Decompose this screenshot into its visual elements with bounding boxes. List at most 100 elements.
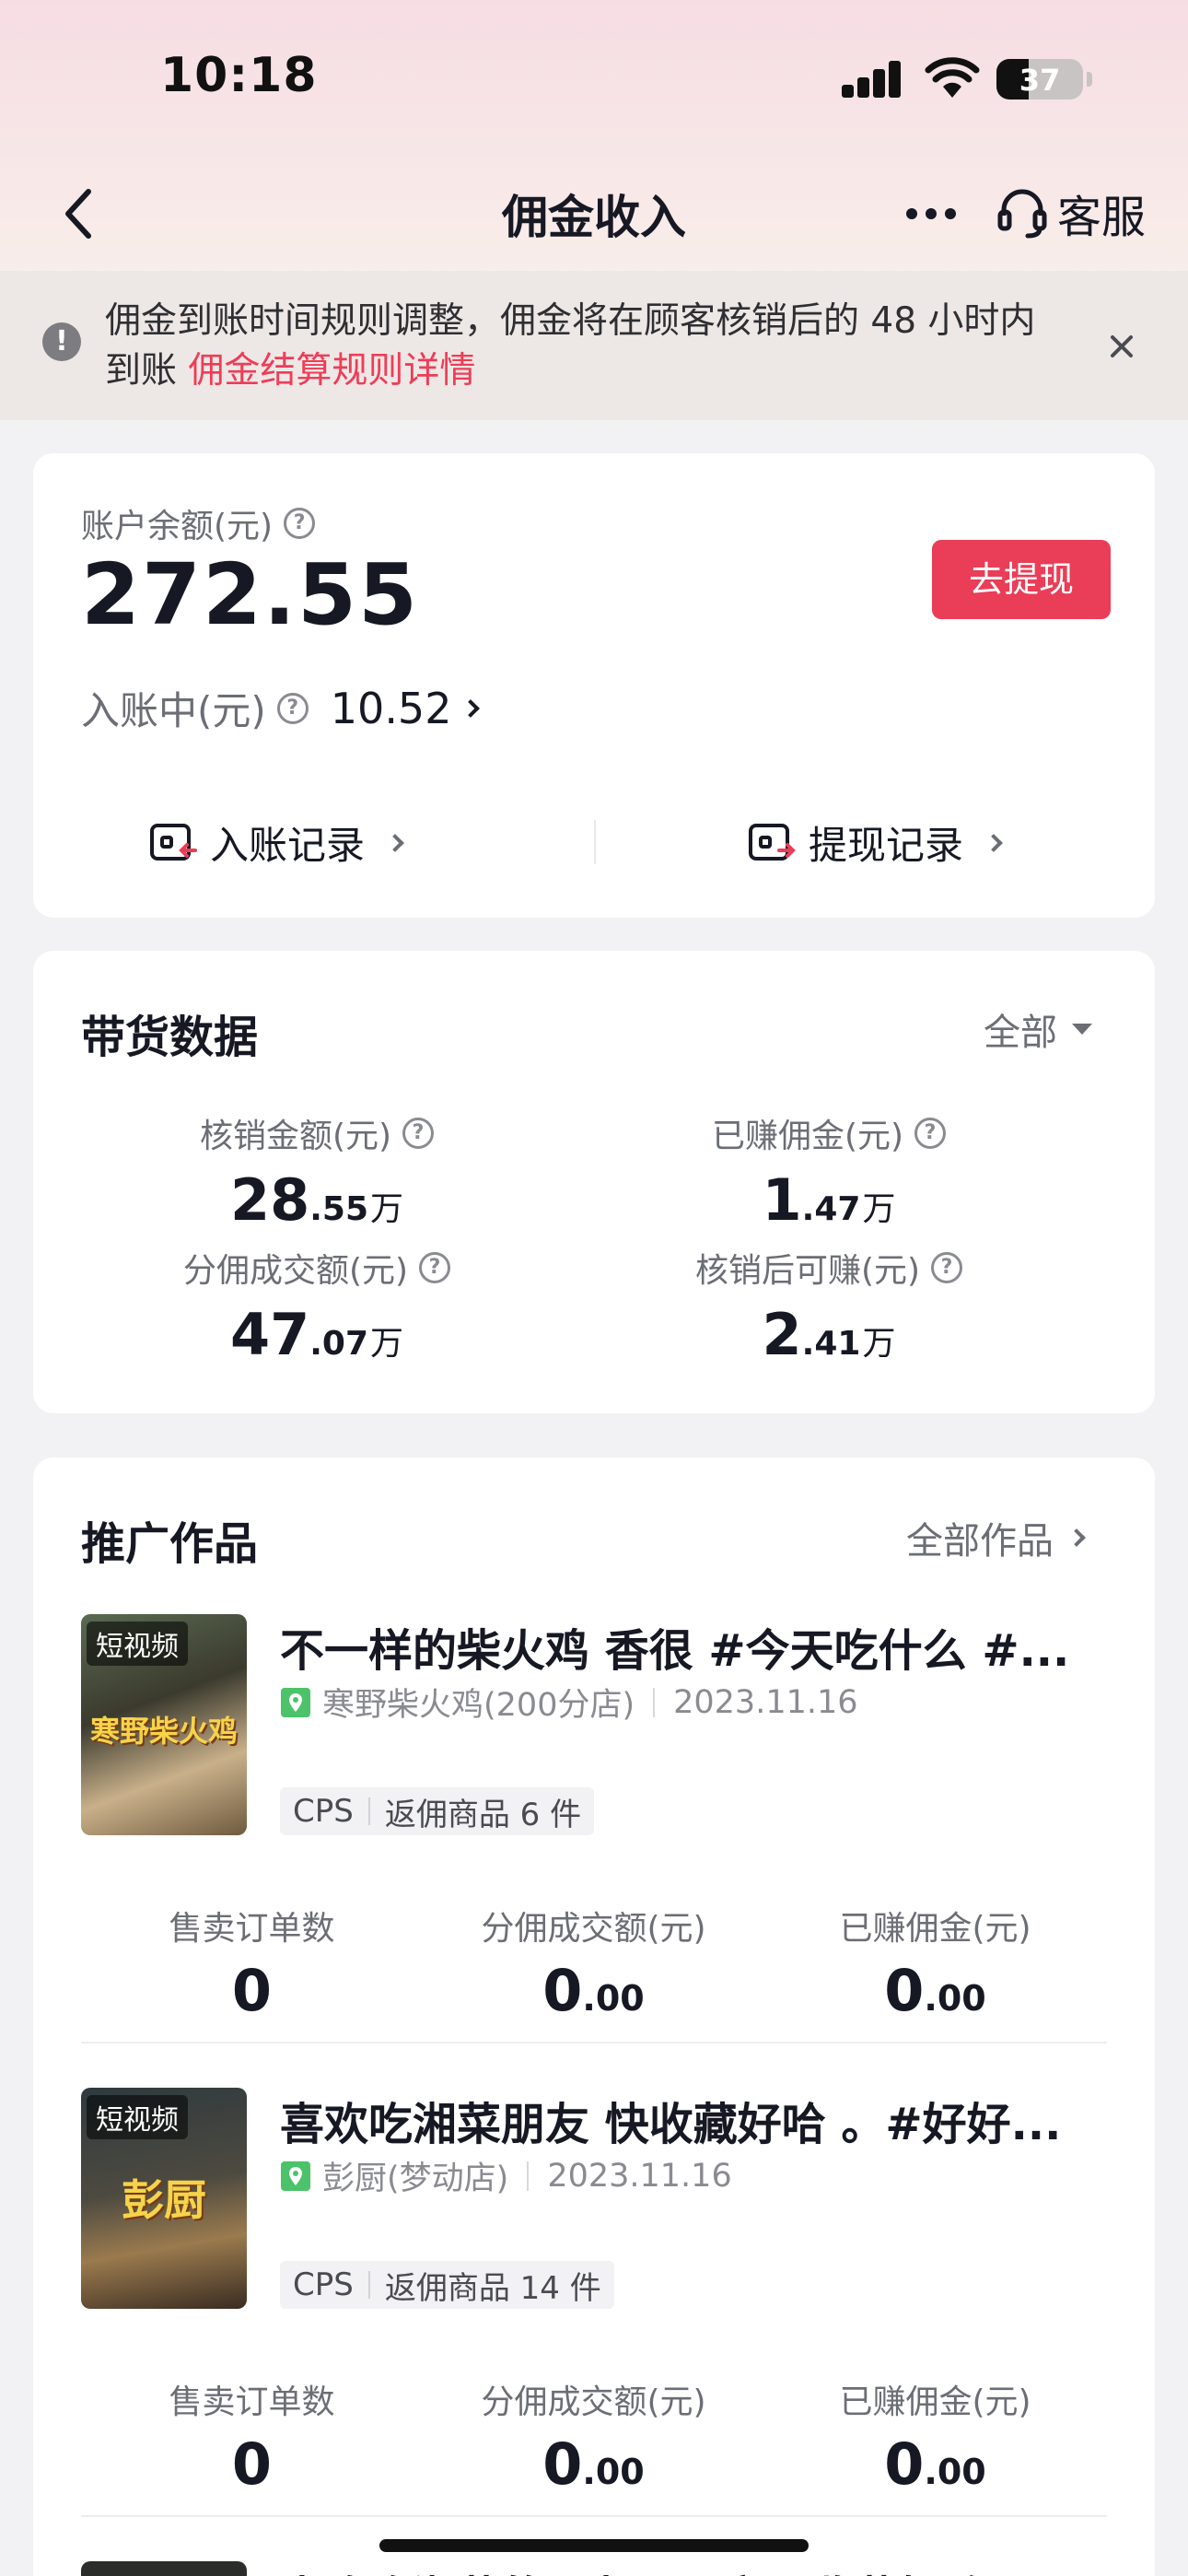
work-title[interactable]: 不一样的柴火鸡 香很 #今天吃什么 #... <box>280 1614 1107 1679</box>
shop-name[interactable]: 寒野柴火鸡(200分店) <box>322 1679 635 1726</box>
help-icon[interactable]: ? <box>914 1118 947 1149</box>
chevron-right-icon <box>461 698 481 718</box>
work-stat-dec: .00 <box>924 2452 986 2492</box>
withdraw-button[interactable]: 去提现 <box>932 540 1111 619</box>
work-stat-commission: 已赚佣金(元) 0.00 <box>764 2375 1106 2498</box>
battery-icon: 37 <box>996 59 1083 100</box>
help-icon[interactable]: ? <box>402 1118 435 1149</box>
stat-dec: .47 <box>801 1190 861 1228</box>
work-stat-int: 0 <box>884 2430 925 2498</box>
work-meta: 寒野柴火鸡(200分店) 2023.11.16 <box>280 1679 858 1726</box>
close-icon[interactable] <box>1101 326 1142 367</box>
records-divider <box>594 820 596 864</box>
work-stat-dec: .00 <box>582 1978 645 2019</box>
work-divider <box>81 2042 1107 2043</box>
settlement-rules-link[interactable]: 佣金结算规则详情 <box>188 350 475 392</box>
work-stat-int: 0 <box>542 1957 583 2024</box>
work-stat-label: 售卖订单数 <box>169 2383 335 2421</box>
stat-unit: 万 <box>370 1325 404 1363</box>
video-type-badge: 短视频 <box>87 2095 188 2139</box>
balance-label-row: 账户余额(元) ? <box>81 499 316 547</box>
notice-text: 佣金到账时间规则调整，佣金将在顾客核销后的 48 小时内到账 佣金结算规则详情 <box>105 297 1063 396</box>
work-stat-orders: 售卖订单数 0 <box>81 1902 423 2024</box>
work-stat-label: 售卖订单数 <box>169 1910 335 1948</box>
work-stat-label: 分佣成交额(元) <box>481 2383 706 2421</box>
work-meta: 彭厨(梦动店) 2023.11.16 <box>280 2152 732 2199</box>
pending-label: 入账中(元) <box>81 688 266 733</box>
stat-int: 2 <box>762 1301 802 1368</box>
sales-filter-dropdown[interactable]: 全部 <box>984 1002 1092 1056</box>
income-record-icon <box>150 823 197 861</box>
chevron-right-icon <box>386 833 404 852</box>
caret-down-icon <box>1072 1024 1092 1035</box>
tag-goods: 返佣商品 6 件 <box>384 1796 582 1833</box>
all-works-label: 全部作品 <box>906 1520 1054 1563</box>
stat-commission-gmv: 分佣成交额(元)? 47.07万 <box>77 1244 556 1368</box>
thumbnail-caption: 寒野柴火鸡 <box>89 1714 238 1749</box>
status-bar: 10:18 37 <box>0 0 1188 157</box>
video-thumbnail[interactable] <box>81 2561 247 2576</box>
tag-goods: 返佣商品 14 件 <box>384 2269 601 2307</box>
notice-banner: ! 佣金到账时间规则调整，佣金将在顾客核销后的 48 小时内到账 佣金结算规则详… <box>0 271 1188 420</box>
withdraw-record-icon <box>749 823 796 861</box>
pending-row[interactable]: 入账中(元) ? 10.52 <box>81 680 481 736</box>
help-icon[interactable]: ? <box>284 508 316 539</box>
withdraw-records-label: 提现记录 <box>809 823 964 868</box>
commission-tag: CPS 返佣商品 6 件 <box>280 1787 595 1835</box>
work-stat-orders: 售卖订单数 0 <box>81 2375 423 2498</box>
wifi-icon <box>925 57 980 98</box>
chevron-right-icon <box>984 833 1003 852</box>
stat-label: 核销后可赚(元) <box>694 1252 921 1290</box>
help-icon[interactable]: ? <box>419 1252 451 1283</box>
publish-date: 2023.11.16 <box>673 1683 858 1721</box>
income-records-link[interactable]: 入账记录 <box>149 814 404 871</box>
video-thumbnail[interactable]: 短视频 寒野柴火鸡 <box>81 1614 247 1835</box>
stat-unit: 万 <box>370 1190 404 1228</box>
chevron-right-icon <box>1067 1528 1086 1547</box>
work-divider <box>81 2515 1107 2517</box>
stat-earnable-after-verify: 核销后可赚(元)? 2.41万 <box>589 1244 1068 1368</box>
meta-divider <box>527 2160 530 2191</box>
work-stat-gmv: 分佣成交额(元) 0.00 <box>423 2375 764 2498</box>
tag-type: CPS <box>293 2266 354 2303</box>
headset-icon <box>997 189 1047 239</box>
customer-service-button[interactable]: 客服 <box>996 181 1146 245</box>
customer-service-label: 客服 <box>1057 192 1147 243</box>
work-stat-value: 0 <box>231 1957 273 2024</box>
more-options-icon[interactable] <box>906 208 956 221</box>
work-title[interactable]: 喜欢吃湘菜朋友 快收藏好哈 。#好好... <box>280 2088 1107 2152</box>
work-stat-commission: 已赚佣金(元) 0.00 <box>764 1902 1106 2024</box>
tag-type: CPS <box>293 1793 354 1830</box>
video-thumbnail[interactable]: 短视频 彭厨 <box>81 2088 247 2309</box>
work-stat-label: 已赚佣金(元) <box>839 2383 1031 2421</box>
promoted-works-title: 推广作品 <box>81 1518 259 1570</box>
stat-unit: 万 <box>862 1190 896 1228</box>
work-title[interactable]: 喜欢吃湘菜的朋友，一定要收藏好哈 <box>280 2561 1107 2576</box>
cellular-signal-icon <box>842 61 903 98</box>
shop-name[interactable]: 彭厨(梦动店) <box>322 2152 508 2199</box>
exclamation-icon: ! <box>42 322 81 361</box>
publish-date: 2023.11.16 <box>547 2157 732 2195</box>
all-works-link[interactable]: 全部作品 <box>906 1511 1086 1564</box>
location-pin-icon <box>281 1687 310 1717</box>
status-time: 10:18 <box>160 48 318 103</box>
battery-percentage: 37 <box>1019 63 1061 98</box>
work-stat-label: 分佣成交额(元) <box>481 1910 706 1948</box>
pending-value: 10.52 <box>330 683 452 733</box>
balance-amount: 272.55 <box>81 545 420 644</box>
help-icon[interactable]: ? <box>931 1252 963 1283</box>
stat-earned-commission: 已赚佣金(元)? 1.47万 <box>589 1109 1068 1234</box>
home-indicator[interactable] <box>379 2539 809 2552</box>
stat-verified-amount: 核销金额(元)? 28.55万 <box>77 1109 556 1234</box>
stat-label: 核销金额(元) <box>199 1118 392 1155</box>
tag-divider <box>367 1797 370 1825</box>
balance-label: 账户余额(元) <box>81 508 274 545</box>
location-pin-icon <box>281 2160 310 2191</box>
balance-card: 账户余额(元) ? 272.55 去提现 入账中(元) ? 10.52 入账记录… <box>33 453 1155 918</box>
stat-label: 分佣成交额(元) <box>182 1252 409 1290</box>
help-icon[interactable]: ? <box>276 692 309 724</box>
sales-data-title: 带货数据 <box>81 1012 259 1063</box>
work-stat-label: 已赚佣金(元) <box>839 1910 1031 1948</box>
withdraw-records-link[interactable]: 提现记录 <box>748 814 1003 871</box>
stat-label: 已赚佣金(元) <box>711 1118 904 1155</box>
